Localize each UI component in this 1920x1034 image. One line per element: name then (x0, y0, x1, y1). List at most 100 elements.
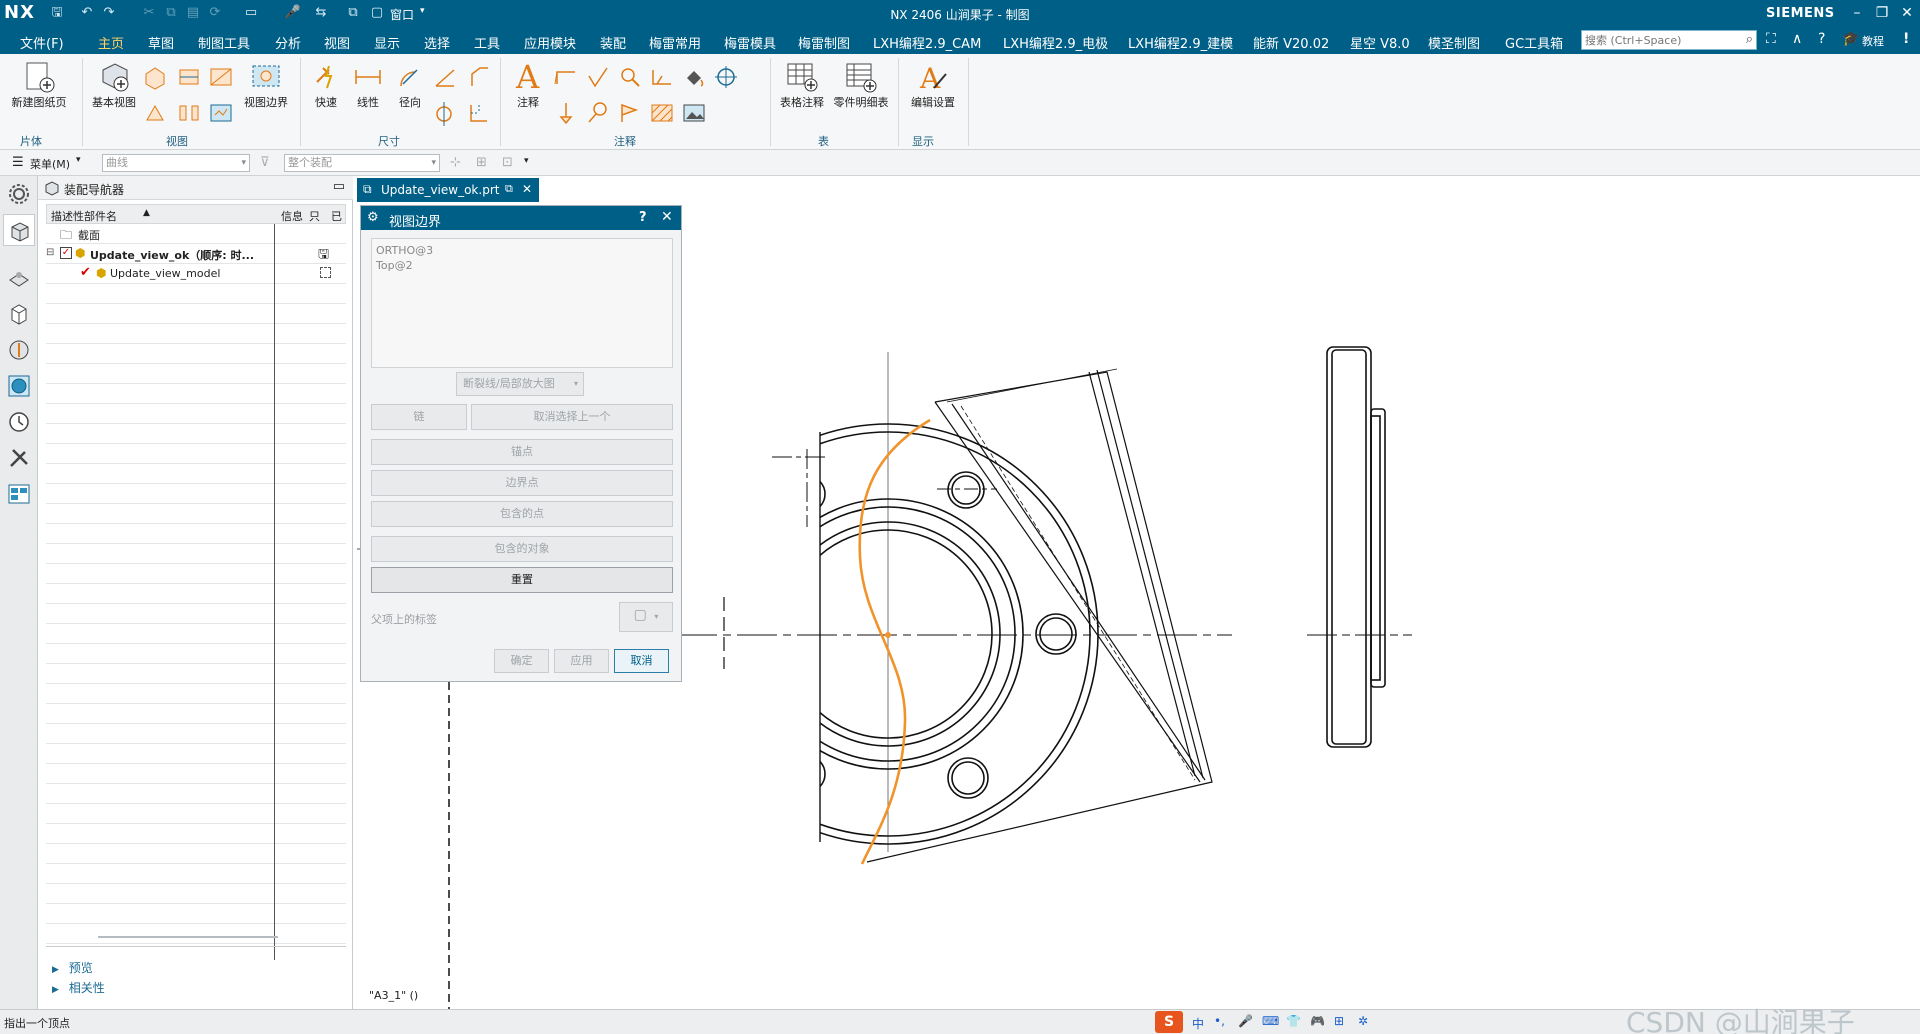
menu-lxh-modeling[interactable]: LXH编程2.9_建模 (1128, 33, 1233, 52)
image-icon[interactable] (681, 100, 707, 126)
constraint-navigator-icon[interactable] (7, 266, 31, 290)
snap-options-icon[interactable]: ⊞ (476, 155, 487, 170)
radial-dimension-button[interactable]: 径向 (390, 60, 430, 110)
tutorial-icon[interactable]: 🎓 (1842, 31, 1859, 47)
close-tab-icon[interactable]: ✕ (522, 182, 532, 196)
contained-objects-button[interactable]: 包含的对象 (371, 536, 673, 562)
voice-input-icon[interactable]: 🎤 (1238, 1014, 1253, 1028)
menu-gc-toolbox[interactable]: GC工具箱 (1505, 33, 1563, 52)
menu-meilei-common[interactable]: 梅雷常用 (649, 33, 701, 52)
menu-analysis[interactable]: 分析 (275, 33, 301, 52)
history-clock-icon[interactable] (7, 410, 31, 434)
part-navigator-icon[interactable] (7, 302, 31, 326)
keyboard-icon[interactable]: ⌨ (1262, 1014, 1279, 1028)
selection-scope-dropdown[interactable]: 整个装配 ▾ (284, 154, 440, 172)
rapid-dimension-button[interactable]: 快速 (306, 60, 346, 110)
anchor-point-button[interactable]: 锚点 (371, 439, 673, 465)
ok-button[interactable]: 确定 (494, 649, 549, 673)
menu-meilei-mold[interactable]: 梅雷模具 (724, 33, 776, 52)
maximize-panel-icon[interactable]: ▭ (333, 179, 345, 194)
search-icon[interactable]: ⌕ (1746, 32, 1753, 47)
section-view-icon[interactable] (176, 64, 202, 90)
ime-mode-label[interactable]: 中 (1192, 1015, 1204, 1032)
ime-settings-icon[interactable]: ✲ (1358, 1014, 1368, 1028)
menu-drafting-tools[interactable]: 制图工具 (198, 33, 250, 52)
menu-lxh-cam[interactable]: LXH编程2.9_CAM (873, 33, 981, 52)
horizontal-scrollbar[interactable] (98, 936, 278, 938)
note-button[interactable]: A 注释 (506, 58, 550, 110)
crosshatch-icon[interactable] (649, 100, 675, 126)
table-note-button[interactable]: 表格注释 (776, 60, 828, 110)
linear-dimension-button[interactable]: 线性 (348, 60, 388, 110)
datum-target-icon[interactable] (617, 64, 643, 90)
menu-tools[interactable]: 工具 (474, 33, 500, 52)
punctuation-icon[interactable]: •, (1214, 1014, 1225, 1028)
center-mark-icon[interactable] (713, 64, 739, 90)
minimize-icon[interactable]: – (1846, 3, 1868, 23)
tree-row-assembly[interactable]: ⊟ ✓ ⬢ Update_view_ok（顺序: 时... 🖫 (46, 244, 329, 264)
column-modified-header[interactable]: 已 (331, 208, 342, 224)
selection-intent-icon[interactable]: ⊡ (502, 155, 513, 170)
game-icon[interactable]: 🎮 (1310, 1014, 1325, 1028)
feature-control-frame-icon[interactable] (553, 64, 579, 90)
tree-row-sections[interactable]: 🗀 截面 (46, 224, 312, 244)
chain-button[interactable]: 链 (371, 404, 467, 430)
parts-list-button[interactable]: 零件明细表 (830, 60, 892, 110)
settings-gear-icon[interactable] (7, 182, 31, 206)
label-style-dropdown[interactable]: ▢ ▾ (619, 602, 673, 632)
new-sheet-button[interactable]: 新建图纸页 (8, 60, 70, 110)
type-filter-dropdown[interactable]: 曲线 ▾ (102, 154, 250, 172)
snap-point-icon[interactable]: ⊹ (450, 155, 461, 170)
help-icon[interactable]: ? (1818, 31, 1825, 47)
view-boundary-button[interactable]: 视图边界 (238, 60, 294, 110)
search-input[interactable] (1582, 31, 1732, 49)
sort-ascending-icon[interactable]: ▲ (143, 208, 150, 218)
chevron-down-icon[interactable]: ▾ (524, 156, 529, 166)
menu-xingkong[interactable]: 星空 V8.0 (1350, 33, 1410, 52)
projected-view-icon[interactable] (142, 64, 168, 90)
menu-assembly[interactable]: 装配 (600, 33, 626, 52)
view-list-item[interactable]: Top@2 (376, 258, 668, 273)
column-readonly-header[interactable]: 只 (309, 208, 320, 224)
deselect-previous-button[interactable]: 取消选择上一个 (471, 404, 673, 430)
close-icon[interactable]: ✕ (1896, 3, 1918, 23)
datum-feature-icon[interactable] (553, 100, 579, 126)
dialog-settings-icon[interactable]: ⚙ (367, 210, 379, 225)
tools-icon[interactable] (7, 446, 31, 470)
command-search[interactable]: ⌕ (1581, 30, 1757, 50)
alert-icon[interactable]: ! (1903, 31, 1909, 47)
base-view-button[interactable]: 基本视图 (86, 60, 142, 110)
menu-nengxin[interactable]: 能新 V20.02 (1253, 33, 1329, 52)
boundary-type-dropdown[interactable]: 断裂线/局部放大图 ▾ (456, 372, 584, 396)
preview-section[interactable]: ▶ 预览 (52, 959, 93, 976)
toolbox-grid-icon[interactable]: ⊞ (1334, 1014, 1344, 1028)
tutorial-label[interactable]: 教程 (1862, 33, 1884, 49)
menu-display[interactable]: 显示 (374, 33, 400, 52)
update-view-icon[interactable] (208, 100, 234, 126)
web-browser-icon[interactable] (7, 374, 31, 398)
visibility-checkbox[interactable]: ✓ (60, 247, 72, 259)
balloon-icon[interactable] (585, 100, 611, 126)
view-list[interactable]: ORTHO@3 Top@2 (371, 238, 673, 368)
restore-icon[interactable]: ❐ (1871, 3, 1893, 23)
column-name-header[interactable]: 描述性部件名 (51, 208, 117, 224)
menu-dropdown-label[interactable]: 菜单(M) (30, 156, 70, 172)
menu-file[interactable]: 文件(F) (20, 33, 64, 52)
chamfer-dimension-icon[interactable] (466, 64, 492, 90)
dialog-help-icon[interactable]: ? (639, 210, 647, 225)
collapse-toggle-icon[interactable]: ⊟ (46, 247, 54, 258)
dialog-close-icon[interactable]: ✕ (661, 209, 673, 225)
break-view-icon[interactable] (176, 100, 202, 126)
drawing-templates-icon[interactable] (7, 482, 31, 506)
reuse-library-icon[interactable] (7, 338, 31, 362)
menu-applications[interactable]: 应用模块 (524, 33, 576, 52)
detail-view-icon[interactable] (208, 64, 234, 90)
cancel-button[interactable]: 取消 (614, 649, 669, 673)
apply-button[interactable]: 应用 (554, 649, 609, 673)
menu-sketch[interactable]: 草图 (148, 33, 174, 52)
view-boundary-spline[interactable] (858, 418, 931, 865)
hamburger-menu-icon[interactable]: ☰ (12, 155, 24, 170)
surface-finish-icon[interactable] (585, 64, 611, 90)
edit-settings-button[interactable]: A 编辑设置 (904, 60, 962, 110)
target-point-icon[interactable] (617, 100, 643, 126)
